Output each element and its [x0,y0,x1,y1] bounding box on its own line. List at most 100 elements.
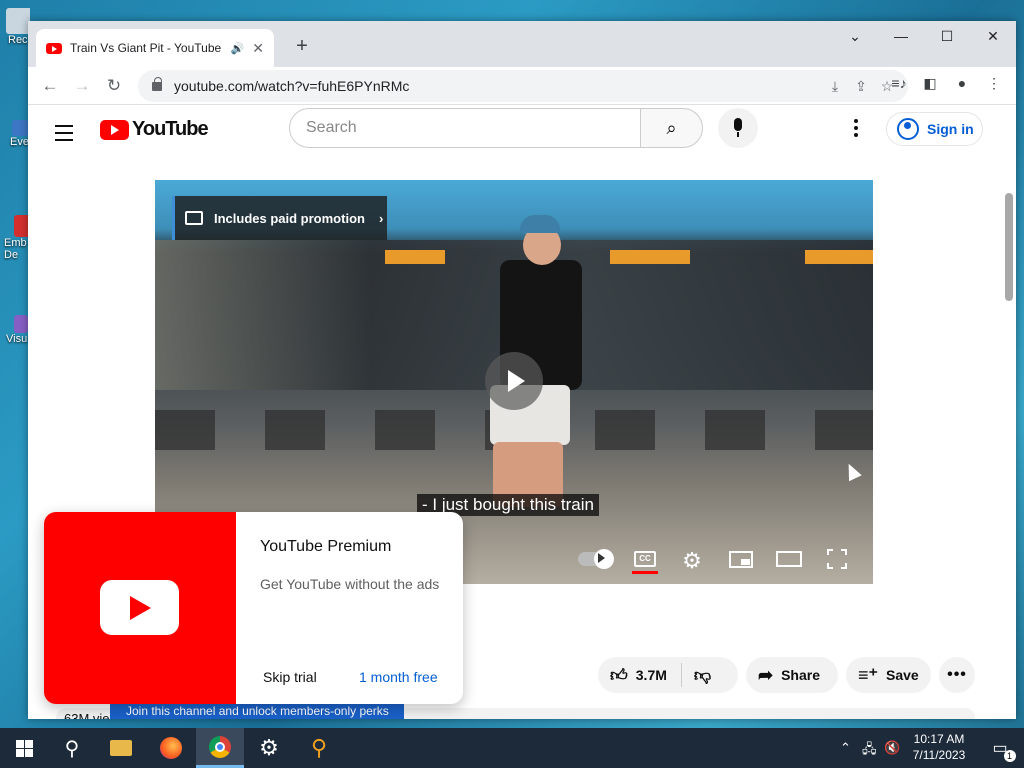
paid-promotion-badge[interactable]: Includes paid promotion › [172,196,387,240]
premium-promo-popup: YouTube Premium Get YouTube without the … [44,512,463,704]
mouse-cursor [842,460,862,482]
save-button[interactable]: ≡⁺ Save [846,657,931,693]
share-button[interactable]: ➦ Share [746,657,838,693]
minimize-button[interactable]: — [878,21,924,51]
search-button[interactable]: ⌕ [640,108,703,148]
settings-menu-icon[interactable] [854,119,858,140]
more-actions-button[interactable]: ••• [939,657,975,693]
fullscreen-icon[interactable] [827,549,847,569]
tab-strip: Train Vs Giant Pit - YouTube 🔊 ✕ + ⌄ — ☐… [28,21,1016,67]
youtube-logo[interactable]: YouTube [100,118,209,141]
play-button[interactable] [485,352,543,410]
chrome-icon [209,735,231,758]
speaker-icon[interactable]: 🔊 [231,42,245,55]
file-explorer-button[interactable] [97,728,145,768]
skip-trial-button[interactable]: Skip trial [263,669,317,685]
desktop-icon-label: Visu [6,333,28,345]
recycle-bin-icon [6,8,30,34]
install-app-icon[interactable]: ⤓ [822,78,848,95]
join-channel-banner[interactable]: Join this channel and unlock members-onl… [110,703,404,719]
firefox-button[interactable] [147,728,195,768]
firefox-icon [160,737,182,759]
logo-text: YouTube [132,118,209,140]
search-icon: ⚲ [64,737,80,760]
desktop-icon-label: Emb De [4,237,27,261]
autoplay-toggle[interactable] [578,549,614,569]
paid-promotion-label: Includes paid promotion [214,210,365,226]
new-tab-button[interactable]: + [288,33,316,61]
captions-button[interactable]: CC [634,551,656,567]
tab-active[interactable]: Train Vs Giant Pit - YouTube 🔊 ✕ [36,29,274,67]
clock-date: 7/11/2023 [912,748,966,762]
premium-subtitle: Get YouTube without the ads [260,576,440,592]
like-count: 3.7M [635,667,667,683]
page-scrollbar[interactable] [1005,193,1013,301]
youtube-logo-icon [100,119,129,140]
shortcut-icon [12,120,28,136]
premium-title: YouTube Premium [260,538,392,555]
thumbs-up-icon: 👍︎ [610,665,628,685]
magnifier-icon: ⚲ [310,735,328,760]
desktop-icon-shortcut[interactable]: Eve [0,120,30,148]
close-window-button[interactable]: ✕ [970,21,1016,51]
like-dislike-group: 👍︎ 3.7M 👎︎ [598,657,738,693]
start-button[interactable] [0,728,48,768]
search-input[interactable]: Search [289,108,641,148]
autoplay-play-icon [598,553,605,563]
guide-menu-icon[interactable] [55,125,73,146]
notification-count: 1 [1003,750,1016,762]
taskbar: ⚲ ⚙ ⚲ ⌃ 🖧 🔇 10:17 AM 7/11/2023 ▭ 1 [0,728,1024,768]
like-button[interactable]: 👍︎ 3.7M [598,665,667,686]
desktop-icon-shortcut[interactable]: Visu [0,315,30,345]
captions-active-indicator [632,571,658,574]
reload-button[interactable]: ↻ [100,72,128,100]
settings-gear-icon[interactable]: ⚙ [681,550,703,572]
browser-menu-icon[interactable]: ⋮ [982,75,1006,97]
theater-mode-icon[interactable] [776,551,802,567]
desktop-icon-label: Rec [8,34,28,46]
windows-logo-icon [15,739,33,757]
desktop-icon-shortcut[interactable]: Emb De [0,215,30,261]
youtube-favicon-icon [46,42,62,54]
share-arrow-icon: ➦ [758,664,774,685]
share-icon[interactable]: ⇪ [848,78,874,95]
side-panel-icon[interactable]: ◧ [918,75,942,97]
view-count: 63M vie [64,711,110,719]
volume-muted-icon[interactable]: 🔇 [884,740,900,756]
system-clock[interactable]: 10:17 AM 7/11/2023 [908,731,970,763]
profile-icon[interactable]: ● [950,75,974,97]
chrome-button[interactable] [196,728,244,768]
desktop-icon-recycle-bin[interactable]: Rec [0,8,30,46]
search-taskbar-button[interactable]: ⚲ [48,728,96,768]
network-icon[interactable]: 🖧 [862,740,877,762]
account-icon [897,118,919,140]
dislike-button[interactable]: 👎︎ [682,665,711,686]
search-icon: ⌕ [666,118,677,138]
tab-close-icon[interactable]: ✕ [252,40,264,57]
address-bar[interactable]: youtube.com/watch?v=fuhE6PYnRMc ⤓ ⇪ ☆ [138,70,908,102]
settings-gear-icon: ⚙ [259,735,279,760]
maximize-button[interactable]: ☐ [924,21,970,51]
tab-title: Train Vs Giant Pit - YouTube [70,41,222,55]
media-controls-icon[interactable]: ≡♪ [887,75,911,97]
desktop-icon-label: Eve [10,136,29,148]
url-text[interactable]: youtube.com/watch?v=fuhE6PYnRMc [174,78,822,94]
sign-in-button[interactable]: Sign in [886,112,983,146]
chevron-right-icon: › [378,210,384,226]
forward-button[interactable]: → [68,72,96,100]
folder-icon [110,740,132,756]
notification-icon: ▭ 1 [992,738,1016,762]
miniplayer-icon[interactable] [729,551,753,568]
show-hidden-icons-chevron-icon[interactable]: ⌃ [840,740,851,756]
voice-search-button[interactable] [718,108,758,148]
lock-icon[interactable] [152,76,162,91]
premium-artwork [44,512,236,704]
settings-button[interactable]: ⚙ [245,728,293,768]
save-label: Save [886,667,919,683]
free-trial-button[interactable]: 1 month free [359,669,438,685]
back-button[interactable]: ← [36,72,64,100]
action-center-button[interactable]: ▭ 1 [976,728,1024,768]
magnifier-app-button[interactable]: ⚲ [295,728,343,768]
tab-search-button[interactable]: ⌄ [832,21,878,51]
visual-studio-icon [14,315,28,333]
